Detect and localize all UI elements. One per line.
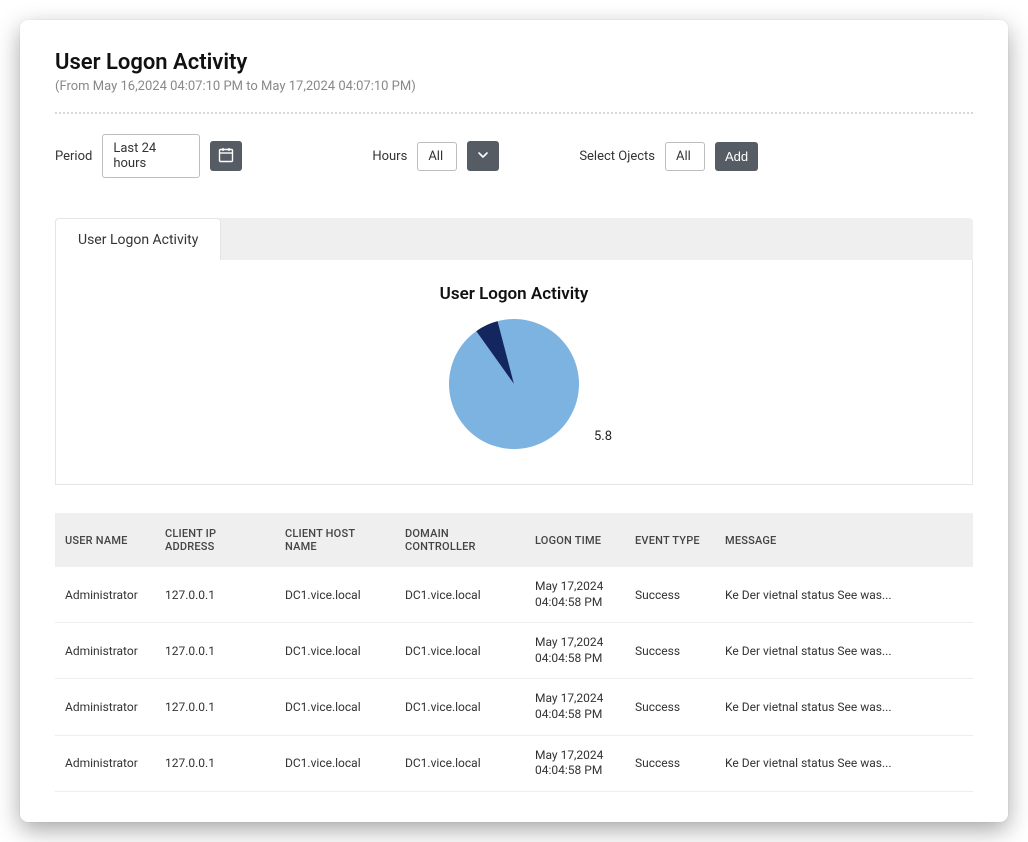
divider [55,112,973,114]
cell-time: May 17,202404:04:58 PM [525,567,625,623]
cell-ip: 127.0.0.1 [155,623,275,679]
cell-user: Administrator [55,735,155,791]
col-dc[interactable]: DOMAIN CONTROLLER [395,513,525,567]
add-button[interactable]: Add [715,142,758,171]
cell-time: May 17,202404:04:58 PM [525,679,625,735]
cell-message: Ke Der vietnal status See was... [715,679,973,735]
cell-user: Administrator [55,567,155,623]
col-message[interactable]: MESSAGE [715,513,973,567]
cell-dc: DC1.vice.local [395,623,525,679]
cell-host: DC1.vice.local [275,735,395,791]
cell-event: Success [625,679,715,735]
hours-dropdown-button[interactable] [467,141,499,171]
calendar-button[interactable] [210,141,242,171]
page-title: User Logon Activity [55,50,973,75]
tab-bar: User Logon Activity [55,218,973,260]
cell-dc: DC1.vice.local [395,679,525,735]
cell-message: Ke Der vietnal status See was... [715,623,973,679]
col-event[interactable]: EVENT TYPE [625,513,715,567]
chart-title: User Logon Activity [66,284,962,304]
objects-input[interactable]: All [665,142,705,171]
cell-ip: 127.0.0.1 [155,567,275,623]
cell-time: May 17,202404:04:58 PM [525,623,625,679]
cell-time: May 17,202404:04:58 PM [525,735,625,791]
cell-event: Success [625,567,715,623]
hours-input[interactable]: All [417,142,457,171]
col-time[interactable]: LOGON TIME [525,513,625,567]
chevron-down-icon [477,149,489,164]
date-range: (From May 16,2024 04:07:10 PM to May 17,… [55,79,973,94]
calendar-icon [218,147,234,166]
objects-label: Select Ojects [579,149,655,164]
cell-event: Success [625,623,715,679]
table-row[interactable]: Administrator127.0.0.1DC1.vice.localDC1.… [55,735,973,791]
objects-filter: Select Ojects All Add [579,142,758,171]
logon-table: USER NAME CLIENT IP ADDRESS CLIENT HOST … [55,513,973,792]
cell-user: Administrator [55,679,155,735]
filter-row: Period Last 24 hours Hours All [55,134,973,178]
cell-event: Success [625,735,715,791]
pie-chart: 5.8 [66,314,962,454]
tab-user-logon-activity[interactable]: User Logon Activity [55,218,221,260]
cell-host: DC1.vice.local [275,679,395,735]
cell-message: Ke Der vietnal status See was... [715,567,973,623]
chart-area: User Logon Activity 5.8 [55,260,973,485]
cell-host: DC1.vice.local [275,623,395,679]
cell-message: Ke Der vietnal status See was... [715,735,973,791]
col-ip[interactable]: CLIENT IP ADDRESS [155,513,275,567]
col-user[interactable]: USER NAME [55,513,155,567]
hours-label: Hours [372,149,407,164]
hours-filter: Hours All [372,141,499,171]
table-header-row: USER NAME CLIENT IP ADDRESS CLIENT HOST … [55,513,973,567]
table-row[interactable]: Administrator127.0.0.1DC1.vice.localDC1.… [55,567,973,623]
period-label: Period [55,149,92,164]
cell-dc: DC1.vice.local [395,567,525,623]
cell-user: Administrator [55,623,155,679]
pie-annotation: 5.8 [594,429,612,444]
table-row[interactable]: Administrator127.0.0.1DC1.vice.localDC1.… [55,679,973,735]
cell-host: DC1.vice.local [275,567,395,623]
col-host[interactable]: CLIENT HOST NAME [275,513,395,567]
cell-ip: 127.0.0.1 [155,735,275,791]
cell-ip: 127.0.0.1 [155,679,275,735]
table-row[interactable]: Administrator127.0.0.1DC1.vice.localDC1.… [55,623,973,679]
cell-dc: DC1.vice.local [395,735,525,791]
period-filter: Period Last 24 hours [55,134,242,178]
period-input[interactable]: Last 24 hours [102,134,200,178]
report-panel: User Logon Activity (From May 16,2024 04… [20,20,1008,822]
